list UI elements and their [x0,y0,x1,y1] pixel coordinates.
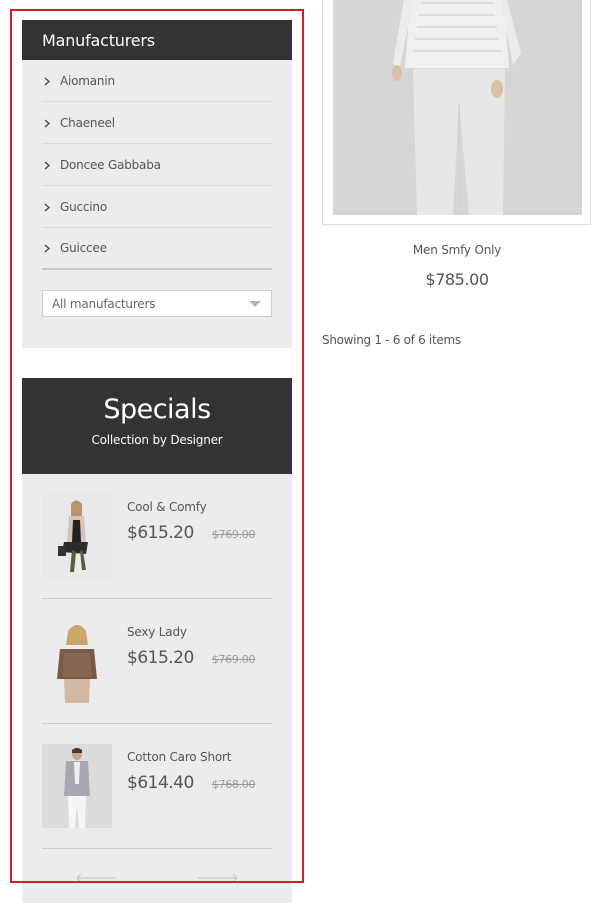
manufacturer-label: Aiomanin [60,73,115,88]
special-product-price: $615.20 [127,523,194,543]
arrow-right-icon[interactable] [198,868,238,887]
manufacturer-item-doncee-gabbaba[interactable]: Doncee Gabbaba [42,144,272,186]
manufacturers-title: Manufacturers [42,30,155,50]
manufacturers-block: Manufacturers Aiomanin Chaeneel Doncee G… [22,20,292,348]
special-item: Sexy Lady $615.20 $769.00 [42,599,272,724]
chevron-right-icon [44,77,52,85]
special-product-image[interactable] [42,494,112,578]
manufacturer-item-chaeneel[interactable]: Chaeneel [42,102,272,144]
manufacturer-item-guiccee[interactable]: Guiccee [42,228,272,270]
product-price: $785.00 [425,270,489,289]
product-name[interactable]: Men Smfy Only [322,243,592,257]
manufacturers-select[interactable]: All manufacturers [42,290,272,317]
left-sidebar: Manufacturers Aiomanin Chaeneel Doncee G… [22,20,292,903]
specials-carousel-nav [22,863,292,883]
special-product-image[interactable] [42,744,112,828]
manufacturer-label: Chaeneel [60,115,115,130]
manufacturer-label: Guccino [60,199,107,214]
special-product-name[interactable]: Sexy Lady [127,625,255,639]
arrow-left-icon[interactable] [76,868,116,887]
pagination-summary: Showing 1 - 6 of 6 items [322,333,461,347]
product-image[interactable] [333,0,582,215]
manufacturer-item-aiomanin[interactable]: Aiomanin [42,60,272,102]
manufacturers-header: Manufacturers [22,20,292,60]
special-product-name[interactable]: Cotton Caro Short [127,750,255,764]
chevron-right-icon [44,203,52,211]
manufacturer-item-guccino[interactable]: Guccino [42,186,272,228]
caret-down-icon [249,301,261,307]
special-product-image[interactable] [42,619,112,703]
special-product-old-price: $769.00 [211,528,256,541]
chevron-right-icon [44,244,52,253]
specials-list: Cool & Comfy $615.20 $769.00 Sexy Lady $… [22,474,292,849]
specials-block: Specials Collection by Designer Cool & C… [22,378,292,903]
product-card [322,0,591,225]
chevron-right-icon [44,119,52,127]
special-item: Cotton Caro Short $614.40 $768.00 [42,724,272,849]
specials-title: Specials [103,394,211,425]
manufacturer-label: Doncee Gabbaba [60,157,161,172]
special-product-price: $614.40 [127,773,194,793]
manufacturers-select-value: All manufacturers [52,296,156,311]
special-product-old-price: $769.00 [211,653,256,666]
manufacturers-list: Aiomanin Chaeneel Doncee Gabbaba Guccino… [22,60,292,270]
chevron-right-icon [44,161,52,169]
manufacturer-label: Guiccee [60,241,107,255]
specials-subtitle: Collection by Designer [91,433,223,447]
special-product-name[interactable]: Cool & Comfy [127,500,255,514]
special-product-old-price: $768.00 [211,778,256,791]
specials-header: Specials Collection by Designer [22,378,292,474]
special-item: Cool & Comfy $615.20 $769.00 [42,474,272,599]
special-product-price: $615.20 [127,648,194,668]
